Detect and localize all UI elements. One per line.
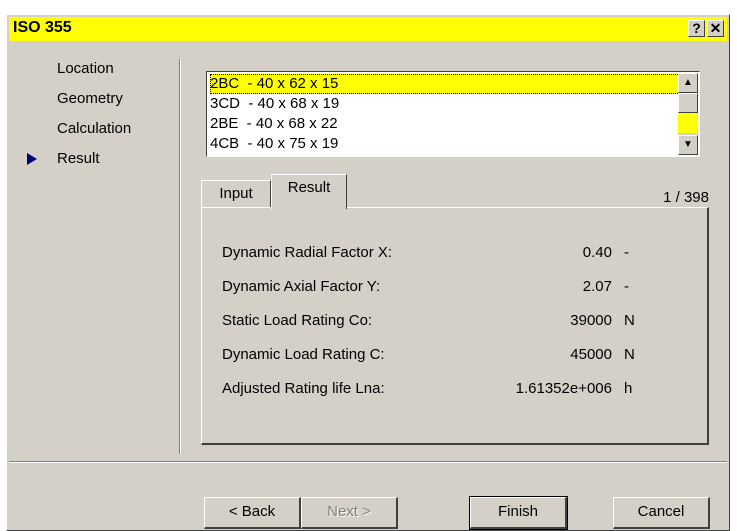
result-row: Adjusted Rating life Lna: 1.61352e+006 h xyxy=(222,378,692,400)
back-button[interactable]: < Back xyxy=(204,497,301,529)
result-value: 39000 xyxy=(570,312,612,329)
result-label: Dynamic Axial Factor Y: xyxy=(222,278,381,295)
help-button[interactable]: ? xyxy=(688,20,705,37)
result-label: Adjusted Rating life Lna: xyxy=(222,380,385,397)
iso355-dialog: ISO 355 ? ✕ Location Geometry Calculatio… xyxy=(6,14,730,531)
window-title: ISO 355 xyxy=(13,19,72,36)
scroll-up-icon[interactable]: ▲ xyxy=(678,73,698,93)
result-unit: h xyxy=(624,380,633,397)
bearing-list[interactable]: 2BC - 40 x 62 x 15 3CD - 40 x 68 x 19 2B… xyxy=(206,71,700,157)
nav-item-label: Calculation xyxy=(57,120,132,137)
result-unit: - xyxy=(624,244,629,261)
result-row: Dynamic Radial Factor X: 0.40 - xyxy=(222,242,692,264)
wizard-steps-nav: Location Geometry Calculation Result xyxy=(27,59,131,179)
result-value: 0.40 xyxy=(582,244,612,261)
tab-result[interactable]: Result xyxy=(271,174,347,209)
list-item[interactable]: 2BE - 40 x 68 x 22 xyxy=(210,114,690,134)
next-button[interactable]: Next > xyxy=(301,497,398,529)
result-unit: - xyxy=(624,278,629,295)
result-label: Dynamic Radial Factor X: xyxy=(222,244,393,261)
result-unit: N xyxy=(624,346,635,363)
result-unit: N xyxy=(624,312,635,329)
result-panel: Dynamic Radial Factor X: 0.40 - Dynamic … xyxy=(201,207,709,445)
nav-item-result[interactable]: Result xyxy=(27,149,131,179)
result-row: Dynamic Axial Factor Y: 2.07 - xyxy=(222,276,692,298)
scroll-thumb[interactable] xyxy=(678,93,698,113)
nav-item-label: Result xyxy=(57,150,100,167)
result-label: Dynamic Load Rating C: xyxy=(222,346,385,363)
close-button[interactable]: ✕ xyxy=(707,20,724,37)
nav-item-calculation[interactable]: Calculation xyxy=(27,119,131,149)
horizontal-divider xyxy=(9,461,727,463)
nav-item-label: Location xyxy=(57,60,114,77)
vertical-divider xyxy=(179,59,181,454)
list-scrollbar[interactable]: ▲ ▼ xyxy=(678,73,698,155)
list-item[interactable]: 4CB - 40 x 75 x 19 xyxy=(210,134,690,154)
list-item-selected[interactable]: 2BC - 40 x 62 x 15 xyxy=(210,74,690,94)
result-value: 1.61352e+006 xyxy=(515,380,612,397)
record-counter: 1 / 398 xyxy=(663,189,709,206)
result-row: Dynamic Load Rating C: 45000 N xyxy=(222,344,692,366)
title-bar[interactable]: ISO 355 ? ✕ xyxy=(9,17,727,41)
scroll-down-icon[interactable]: ▼ xyxy=(678,135,698,155)
current-step-arrow-icon xyxy=(27,153,37,165)
nav-item-label: Geometry xyxy=(57,90,123,107)
tab-input[interactable]: Input xyxy=(201,180,271,208)
cancel-button[interactable]: Cancel xyxy=(613,497,710,529)
result-value: 45000 xyxy=(570,346,612,363)
finish-button[interactable]: Finish xyxy=(469,496,568,530)
nav-item-geometry[interactable]: Geometry xyxy=(27,89,131,119)
result-row: Static Load Rating Co: 39000 N xyxy=(222,310,692,332)
list-item[interactable]: 3CD - 40 x 68 x 19 xyxy=(210,94,690,114)
nav-item-location[interactable]: Location xyxy=(27,59,131,89)
result-value: 2.07 xyxy=(582,278,612,295)
result-label: Static Load Rating Co: xyxy=(222,312,373,329)
scroll-track-highlight xyxy=(678,113,698,133)
